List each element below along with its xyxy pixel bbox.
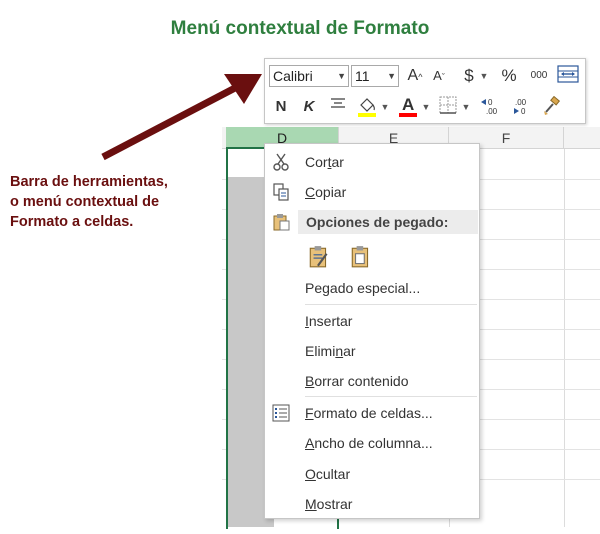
paste-option-formatting[interactable] [301,242,331,268]
menu-item-clear-contents[interactable]: Borrar contenido [265,369,479,393]
menu-item-label: Borrar contenido [305,373,409,389]
font-name-value: Calibri [273,68,313,84]
shrink-font-button[interactable]: Aˇ [429,65,449,87]
align-center-button[interactable] [327,96,349,118]
paste-header-icon-cell [265,210,297,234]
menu-item-label: Formato de celdas... [305,405,433,421]
menu-item-label: Insertar [305,313,353,329]
menu-item-label: Cortar [305,154,344,170]
menu-item-delete[interactable]: Eliminar [265,339,479,363]
chevron-down-icon[interactable]: ▼ [380,96,390,118]
menu-separator [305,396,477,397]
chevron-down-icon[interactable]: ▼ [461,96,471,118]
format-cells-icon [272,404,290,422]
svg-text:0: 0 [521,107,526,116]
menu-item-format-cells[interactable]: Formato de celdas... [265,401,479,425]
merge-center-button[interactable] [556,65,580,87]
svg-text:0: 0 [488,98,493,107]
context-menu: Cortar Copiar Opciones de pegado: Pegado… [264,143,480,519]
chevron-down-icon[interactable]: ▼ [337,66,346,86]
font-name-combo[interactable]: Calibri ▼ [269,65,349,87]
font-size-combo[interactable]: 11 ▼ [351,65,399,87]
menu-item-label: Copiar [305,184,347,200]
borders-button[interactable] [437,96,459,118]
menu-item-label: Pegado especial... [305,280,421,296]
paint-bucket-icon [358,98,376,117]
merge-center-icon [557,65,579,83]
decrease-decimal-button[interactable]: .00 0 [509,96,533,118]
paste-icon [351,246,369,268]
clipboard-icon [273,214,290,231]
align-center-icon [331,98,345,108]
percent-button[interactable]: % [499,65,519,87]
chevron-down-icon[interactable]: ▼ [421,96,431,118]
menu-item-label: Eliminar [305,343,356,359]
menu-separator [305,304,477,305]
format-painter-icon [544,95,561,115]
shrink-font-icon: A [433,68,442,83]
menu-item-label: Ancho de columna... [305,435,433,451]
svg-text:A: A [402,95,414,114]
menu-item-copy[interactable]: Copiar [265,180,479,204]
menu-item-column-width[interactable]: Ancho de columna... [265,431,479,455]
format-painter-button[interactable] [540,95,564,118]
mini-toolbar: Calibri ▼ 11 ▼ A^ Aˇ $ ▼ % 000 N K ▼ A ▼… [264,58,586,124]
font-color-button[interactable]: A [397,94,419,117]
menu-item-cut[interactable]: Cortar [265,150,479,174]
paste-formatting-icon [309,246,328,268]
menu-item-unhide[interactable]: Mostrar [265,492,479,516]
currency-button[interactable]: $ [461,65,477,87]
menu-item-insert[interactable]: Insertar [265,309,479,333]
scissors-icon [273,153,289,171]
thousands-button[interactable]: 000 [527,65,551,87]
menu-item-paste-special[interactable]: Pegado especial... [265,276,479,300]
italic-button[interactable]: K [299,96,319,118]
chevron-down-icon[interactable]: ▼ [387,66,396,86]
paste-options-header: Opciones de pegado: [298,210,478,234]
font-color-icon: A [399,95,417,117]
chevron-down-icon[interactable]: ▼ [479,65,489,87]
decrease-decimal-icon: .00 0 [514,98,527,116]
fill-color-button[interactable] [355,95,379,117]
svg-text:.00: .00 [515,98,527,107]
svg-text:.00: .00 [486,107,498,116]
menu-item-label: Ocultar [305,466,351,482]
grow-font-icon: A [407,67,419,84]
grow-font-button[interactable]: A^ [405,65,425,87]
increase-decimal-icon: 0 .00 [481,98,498,116]
bold-button[interactable]: N [271,96,291,118]
borders-icon [439,96,457,114]
paste-option-default[interactable] [343,242,373,268]
increase-decimal-button[interactable]: 0 .00 [479,96,503,118]
menu-item-hide[interactable]: Ocultar [265,462,479,486]
copy-icon [273,183,289,201]
menu-item-label: Mostrar [305,496,353,512]
font-size-value: 11 [355,68,370,84]
